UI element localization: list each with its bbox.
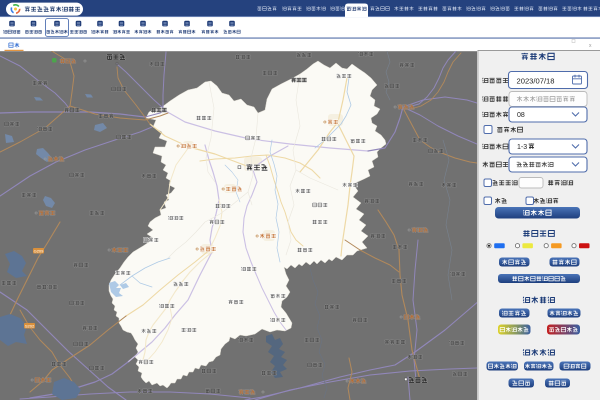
svg-text:S202: S202 [25, 323, 35, 328]
svg-text:G209: G209 [34, 248, 45, 253]
svg-text:2023/07/18: 2023/07/18 [517, 76, 555, 85]
svg-text:1-3: 1-3 [517, 144, 527, 151]
svg-text:08: 08 [517, 112, 525, 119]
